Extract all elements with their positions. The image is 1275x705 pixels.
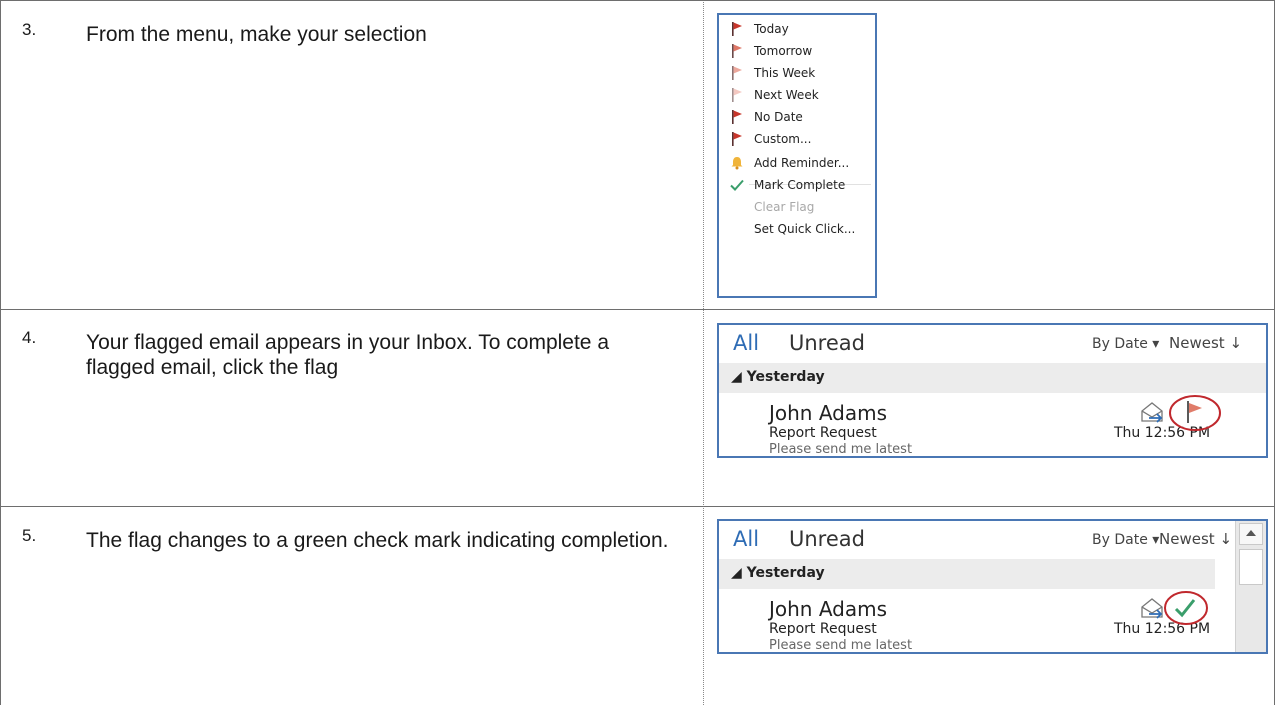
email-preview: Please send me latest — [769, 442, 913, 457]
menu-item-set-quick-click[interactable]: Set Quick Click... — [719, 219, 875, 241]
menu-item-label: Custom... — [754, 132, 812, 146]
flag-icon[interactable] — [1167, 391, 1227, 435]
row-separator — [0, 309, 1275, 310]
sort-order-label: Newest — [1169, 334, 1225, 352]
vertical-scrollbar[interactable] — [1235, 521, 1266, 652]
menu-item-label: Clear Flag — [754, 200, 815, 214]
menu-item-label: This Week — [754, 66, 816, 80]
menu-item-clear-flag: Clear Flag — [719, 197, 875, 219]
menu-item-label: Tomorrow — [754, 44, 813, 58]
email-sender: John Adams — [769, 401, 888, 425]
red-flag-icon — [732, 110, 742, 124]
email-sender: John Adams — [769, 597, 888, 621]
collapse-triangle-icon: ◢ — [731, 369, 742, 385]
sort-by-label: By Date — [1092, 532, 1148, 548]
menu-item-mark-complete[interactable]: Mark Complete — [719, 175, 875, 197]
scroll-up-arrow-icon — [1246, 530, 1256, 536]
table-left-border — [0, 0, 1, 705]
sort-by-label: By Date — [1092, 336, 1148, 352]
step-number: 3. — [22, 20, 37, 39]
step-text: Your flagged email appears in your Inbox… — [86, 331, 610, 379]
group-header[interactable]: ◢ Yesterday — [719, 363, 1266, 393]
scroll-thumb[interactable] — [1239, 549, 1263, 585]
inbox-pane-flagged: All Unread By Date ▾ Newest ↓ ◢ Yesterda… — [717, 323, 1268, 458]
tab-unread[interactable]: Unread — [789, 527, 865, 551]
down-arrow-icon: ↓ — [1219, 530, 1233, 548]
menu-item-label: Next Week — [754, 88, 819, 102]
checkmark-icon — [730, 179, 744, 191]
group-label: ◢ Yesterday — [731, 369, 825, 385]
email-subject: Report Request — [769, 425, 877, 441]
menu-item-custom[interactable]: Custom... — [719, 129, 875, 151]
collapse-triangle-icon: ◢ — [731, 565, 742, 581]
follow-up-flag-menu: Today Tomorrow This Week Next Week No Da… — [717, 13, 877, 298]
pale-flag-icon — [732, 88, 742, 102]
group-header[interactable]: ◢ Yesterday — [719, 559, 1215, 589]
bell-icon — [731, 157, 743, 170]
menu-item-label: No Date — [754, 110, 803, 124]
step-text: The flag changes to a green check mark i… — [86, 529, 669, 552]
menu-item-today[interactable]: Today — [719, 19, 875, 41]
menu-item-tomorrow[interactable]: Tomorrow — [719, 41, 875, 63]
scroll-up-button[interactable] — [1239, 523, 1263, 545]
tab-unread[interactable]: Unread — [789, 331, 865, 355]
sort-by-dropdown[interactable]: By Date ▾ — [1092, 336, 1159, 352]
group-label: ◢ Yesterday — [731, 565, 825, 581]
red-flag-icon — [732, 22, 742, 36]
row-separator — [0, 506, 1275, 507]
step-number: 4. — [22, 328, 37, 347]
menu-item-add-reminder[interactable]: Add Reminder... — [719, 153, 875, 175]
sort-by-dropdown[interactable]: By Date ▾ — [1092, 532, 1159, 548]
step-text: From the menu, make your selection — [86, 23, 427, 46]
menu-item-this-week[interactable]: This Week — [719, 63, 875, 85]
replied-envelope-icon — [1141, 402, 1163, 423]
sort-order-toggle[interactable]: Newest ↓ — [1169, 334, 1242, 352]
down-arrow-icon: ↓ — [1229, 334, 1243, 352]
red-flag-icon — [732, 44, 742, 58]
email-preview: Please send me latest — [769, 638, 913, 653]
sort-order-toggle[interactable]: Newest ↓ — [1159, 530, 1232, 548]
step-number: 5. — [22, 526, 37, 545]
dropdown-arrow-icon: ▾ — [1152, 336, 1160, 352]
group-name: Yesterday — [746, 369, 825, 385]
column-divider — [703, 0, 704, 705]
sort-order-label: Newest — [1159, 530, 1215, 548]
red-flag-icon — [732, 132, 742, 146]
tab-all[interactable]: All — [733, 527, 759, 551]
menu-item-label: Today — [754, 22, 789, 36]
menu-item-label: Add Reminder... — [754, 156, 850, 170]
row-separator — [0, 0, 1275, 1]
inbox-pane-completed: All Unread By Date ▾ Newest ↓ ◢ Yesterda… — [717, 519, 1268, 654]
menu-item-label: Mark Complete — [754, 178, 846, 192]
menu-item-label: Set Quick Click... — [754, 222, 856, 236]
group-name: Yesterday — [746, 565, 825, 581]
tab-all[interactable]: All — [733, 331, 759, 355]
light-flag-icon — [732, 66, 742, 80]
menu-item-no-date[interactable]: No Date — [719, 107, 875, 129]
checkmark-icon[interactable] — [1161, 587, 1211, 629]
menu-item-next-week[interactable]: Next Week — [719, 85, 875, 107]
email-subject: Report Request — [769, 621, 877, 637]
